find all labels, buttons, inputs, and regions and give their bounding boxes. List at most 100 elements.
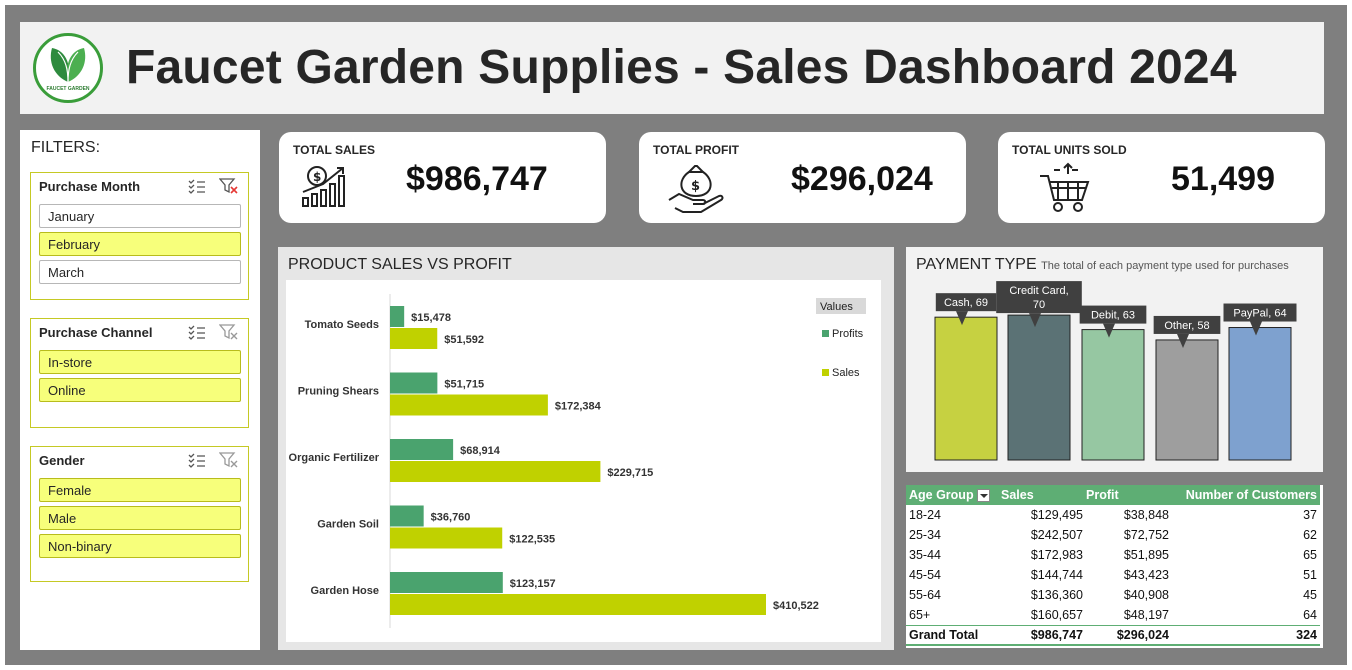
- data-label-profit: $68,914: [460, 445, 501, 457]
- data-label-sales: $172,384: [555, 401, 602, 413]
- bar-sales: [390, 527, 503, 549]
- col-header-profit: Profit: [1086, 485, 1172, 505]
- table-row: 25-34 $242,507 $72,752 62: [909, 528, 1317, 542]
- bar-sales: [390, 394, 548, 416]
- bar-profit: [390, 572, 503, 593]
- category-label: Organic Fertilizer: [289, 452, 380, 464]
- data-label-profit: $15,478: [411, 312, 451, 324]
- slicer-item-online[interactable]: Online: [39, 378, 241, 402]
- legend-label-sales: Sales: [832, 367, 860, 379]
- filter-dropdown-icon[interactable]: [976, 489, 990, 503]
- page-title: Faucet Garden Supplies - Sales Dashboard…: [126, 41, 1237, 94]
- table-row: 45-54 $144,744 $43,423 51: [909, 568, 1317, 582]
- chart-title: PRODUCT SALES VS PROFIT: [288, 256, 512, 273]
- logo: FAUCET GARDEN: [33, 33, 103, 103]
- col-header-age-group[interactable]: Age Group: [906, 485, 998, 505]
- slicer-title: Purchase Channel: [39, 325, 153, 340]
- slicer-purchase-channel: Purchase Channel In-store Online: [30, 318, 249, 428]
- category-label: Tomato Seeds: [305, 319, 379, 331]
- slicer-item-in-store[interactable]: In-store: [39, 350, 241, 374]
- filters-panel: FILTERS: Purchase Month January February…: [20, 130, 260, 650]
- bar-profit: [390, 372, 438, 394]
- legend-swatch-profits: [822, 330, 829, 337]
- data-label-sales: $51,592: [444, 334, 484, 346]
- clear-filter-icon[interactable]: [219, 323, 239, 341]
- kpi-value: $296,024: [791, 160, 933, 198]
- svg-text:$: $: [313, 170, 321, 184]
- product-sales-profit-panel: PRODUCT SALES VS PROFIT Values Profits S…: [278, 247, 894, 650]
- money-bag-hand-icon: $: [668, 165, 724, 213]
- chart-title-wrap: PAYMENT TYPE The total of each payment t…: [916, 256, 1289, 274]
- product-chart-area: Values Profits Sales Tomato Seeds $15,478…: [286, 280, 881, 642]
- chart-title: PAYMENT TYPE: [916, 256, 1037, 273]
- legend-title: Values: [820, 301, 853, 313]
- svg-text:PayPal, 64: PayPal, 64: [1233, 308, 1286, 320]
- multi-select-icon[interactable]: [188, 324, 206, 340]
- data-label-profit: $123,157: [510, 578, 556, 590]
- slicer-item-february[interactable]: February: [39, 232, 241, 256]
- kpi-value: $986,747: [406, 160, 548, 198]
- bar-profit: [390, 439, 454, 460]
- table-total-row: Grand Total $986,747 $296,024 324: [906, 624, 1320, 646]
- sales-growth-icon: $: [302, 166, 345, 207]
- slicer-gender: Gender Female Male Non-binary: [30, 446, 249, 582]
- filters-title: FILTERS:: [31, 139, 101, 156]
- multi-select-icon[interactable]: [188, 178, 206, 194]
- slicer-item-january[interactable]: January: [39, 204, 241, 228]
- legend-swatch-sales: [822, 369, 829, 376]
- data-label-sales: $122,535: [509, 534, 555, 546]
- age-group-table-panel: Age Group Sales Profit Number of Custome…: [906, 485, 1323, 648]
- category-label: Garden Hose: [311, 585, 379, 597]
- svg-text:$: $: [691, 179, 700, 194]
- kpi-label: TOTAL SALES: [293, 143, 376, 157]
- bar-sales: [390, 328, 438, 349]
- clear-filter-icon[interactable]: [219, 451, 239, 469]
- slicer-item-march[interactable]: March: [39, 260, 241, 284]
- data-label-profit: $36,760: [431, 512, 471, 524]
- chart-subtitle: The total of each payment type used for …: [1041, 260, 1289, 272]
- col-header-sales: Sales: [998, 485, 1086, 505]
- product-sales-chart: Values Profits Sales Tomato Seeds $15,478…: [289, 294, 866, 628]
- kpi-label: TOTAL UNITS SOLD: [1012, 143, 1127, 157]
- table-row: 18-24 $129,495 $38,848 37: [909, 508, 1317, 522]
- multi-select-icon[interactable]: [188, 452, 206, 468]
- svg-text:70: 70: [1033, 299, 1045, 311]
- kpi-total-profit: TOTAL PROFIT $ $296,024: [639, 132, 966, 223]
- col-header-customers: Number of Customers: [1172, 485, 1320, 505]
- data-label-sales: $229,715: [607, 467, 653, 479]
- category-label: Pruning Shears: [298, 386, 379, 398]
- data-label-sales: $410,522: [773, 600, 819, 612]
- bar-payment: [1081, 329, 1145, 461]
- shopping-cart-icon: [1040, 162, 1090, 212]
- legend-label-profits: Profits: [832, 328, 864, 340]
- bar-profit: [390, 306, 405, 327]
- age-group-table: Age Group Sales Profit Number of Custome…: [906, 485, 1320, 646]
- bar-payment: [1228, 327, 1292, 461]
- slicer-item-female[interactable]: Female: [39, 478, 241, 502]
- slicer-item-male[interactable]: Male: [39, 506, 241, 530]
- bar-payment: [1155, 339, 1219, 461]
- table-row: 55-64 $136,360 $40,908 45: [909, 588, 1317, 602]
- slicer-purchase-month: Purchase Month January February March: [30, 172, 249, 300]
- svg-text:Other, 58: Other, 58: [1164, 320, 1209, 332]
- bar-payment: [934, 316, 998, 461]
- bar-sales: [390, 594, 766, 615]
- clear-filter-icon[interactable]: [219, 177, 239, 195]
- bar-sales: [390, 461, 601, 482]
- kpi-total-sales: TOTAL SALES $ $986,747: [279, 132, 606, 223]
- kpi-value: 51,499: [1171, 160, 1275, 198]
- bar-profit: [390, 505, 424, 527]
- slicer-item-non-binary[interactable]: Non-binary: [39, 534, 241, 558]
- logo-text: FAUCET GARDEN: [46, 86, 90, 92]
- table-row: 65+ $160,657 $48,197 64: [909, 607, 1317, 622]
- kpi-total-units: TOTAL UNITS SOLD 51,499: [998, 132, 1325, 223]
- payment-type-chart: Cash, 69 Credit Card, 70 Debit, 63 Other, 58…: [934, 281, 1297, 461]
- header-banner: FAUCET GARDEN Faucet Garden Supplies - S…: [20, 22, 1324, 114]
- slicer-title: Purchase Month: [39, 179, 141, 194]
- bar-payment: [1007, 314, 1071, 461]
- kpi-label: TOTAL PROFIT: [653, 143, 739, 157]
- svg-text:Credit Card,: Credit Card,: [1009, 285, 1068, 297]
- payment-type-panel: PAYMENT TYPE The total of each payment t…: [906, 247, 1323, 472]
- category-label: Garden Soil: [317, 519, 379, 531]
- slicer-title: Gender: [39, 453, 85, 468]
